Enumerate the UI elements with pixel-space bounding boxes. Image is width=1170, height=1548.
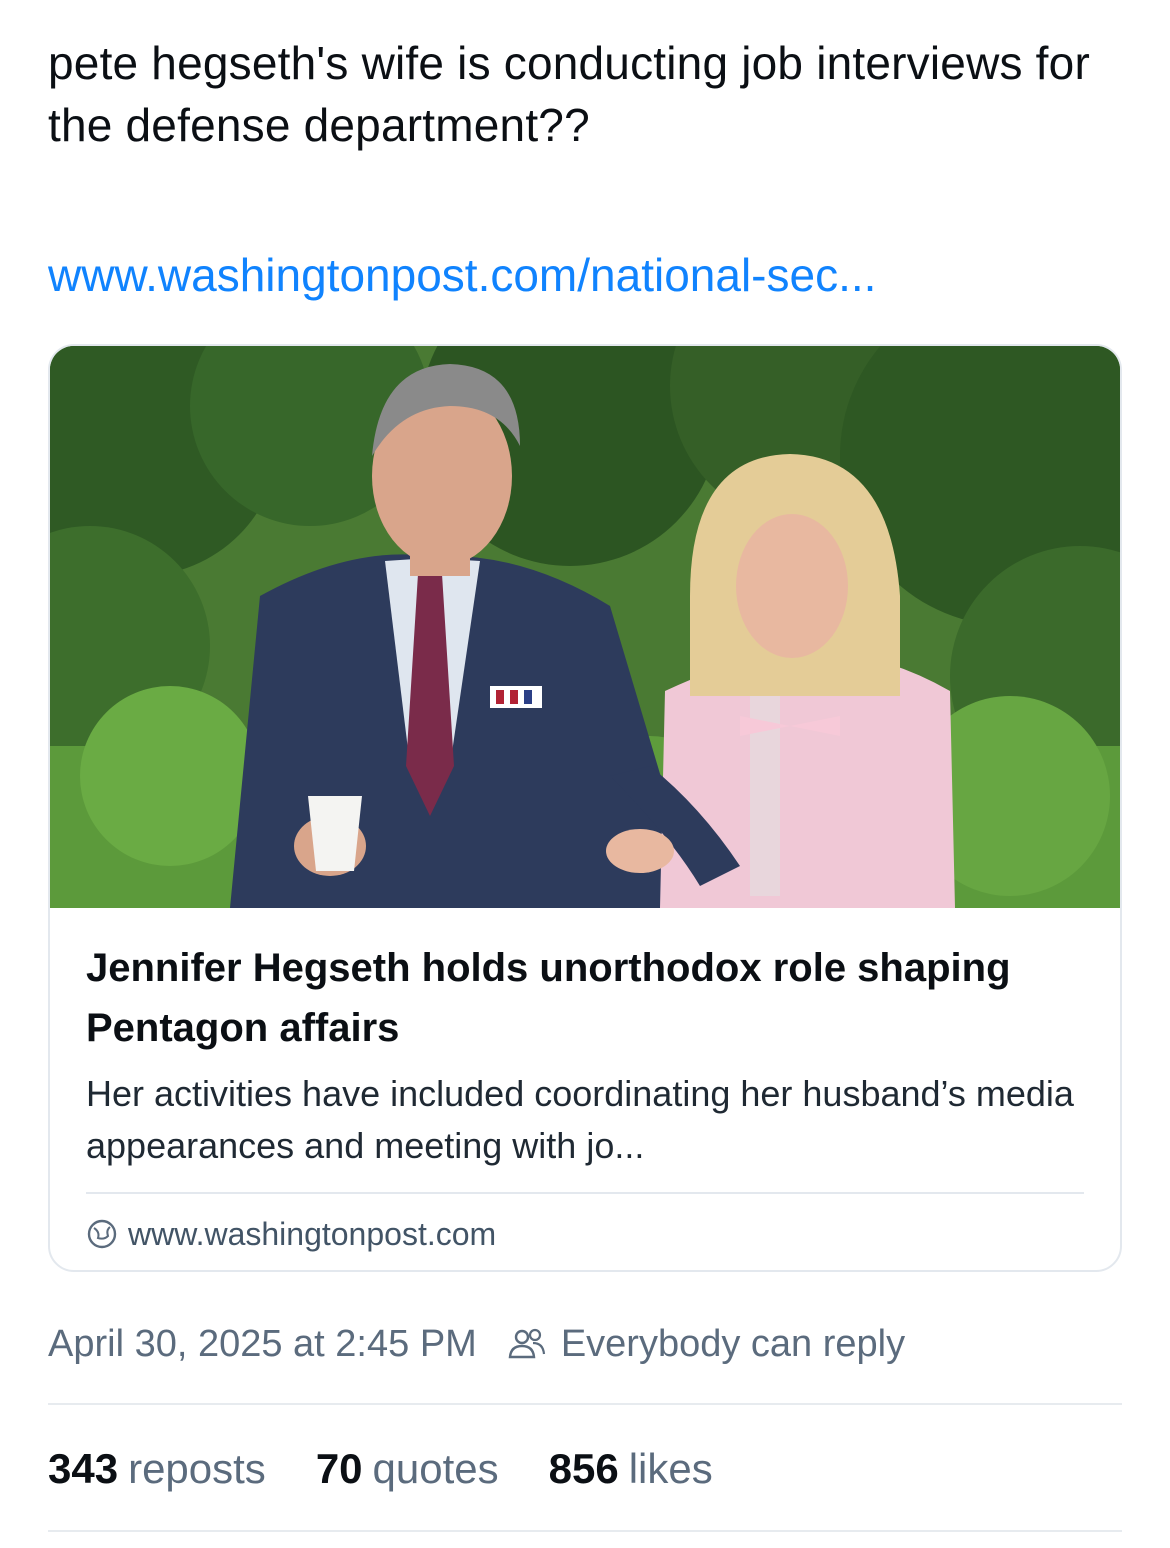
post-detail: pete hegseth's wife is conducting job in… <box>0 0 1170 1548</box>
post-link[interactable]: www.washingtonpost.com/national-sec... <box>48 244 1128 306</box>
reply-setting[interactable]: Everybody can reply <box>561 1316 905 1372</box>
reposts-count: 343 <box>48 1445 119 1492</box>
card-photo <box>50 346 1120 908</box>
post-text: pete hegseth's wife is conducting job in… <box>48 37 1090 151</box>
engagement-stats: 343 reposts 70 quotes 856 likes <box>48 1440 763 1498</box>
link-preview-card[interactable]: Jennifer Hegseth holds unorthodox role s… <box>48 344 1122 1272</box>
card-title: Jennifer Hegseth holds unorthodox role s… <box>86 946 1011 1050</box>
people-icon <box>508 1328 545 1359</box>
quotes-stat[interactable]: 70 quotes <box>316 1440 499 1498</box>
divider <box>48 1530 1122 1532</box>
globe-icon <box>87 1219 117 1249</box>
quotes-label: quotes <box>372 1445 499 1492</box>
quotes-count: 70 <box>315 1445 363 1492</box>
likes-count: 856 <box>548 1445 619 1492</box>
post-timestamp[interactable]: April 30, 2025 at 2:45 PM <box>48 1316 477 1372</box>
card-image[interactable] <box>50 346 1120 908</box>
card-divider <box>86 1192 1084 1194</box>
likes-label: likes <box>628 1445 713 1492</box>
card-description: Her activities have included coordinatin… <box>86 1073 1074 1166</box>
card-domain-row: www.washingtonpost.com <box>86 1212 1084 1256</box>
reposts-stat[interactable]: 343 reposts <box>48 1440 266 1498</box>
divider <box>48 1403 1122 1405</box>
likes-stat[interactable]: 856 likes <box>549 1440 713 1498</box>
card-body: Jennifer Hegseth holds unorthodox role s… <box>50 908 1120 1256</box>
reposts-label: reposts <box>128 1445 266 1492</box>
card-domain: www.washingtonpost.com <box>128 1216 497 1252</box>
post-meta: April 30, 2025 at 2:45 PM Everybody can … <box>48 1316 905 1372</box>
